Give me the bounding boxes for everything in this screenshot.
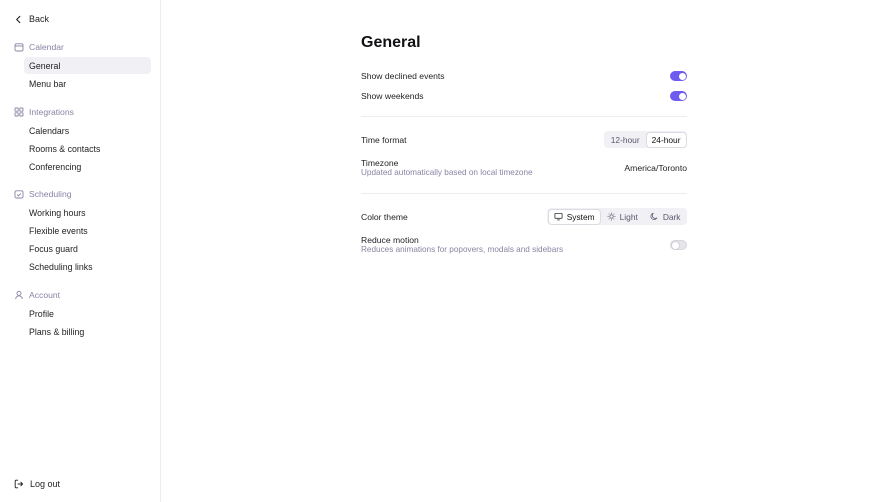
time-format-segmented: 12-hour 24-hour bbox=[604, 131, 687, 148]
sidebar-item-label: Menu bar bbox=[29, 78, 67, 89]
section-title: Account bbox=[29, 290, 61, 300]
sidebar-item-label: Scheduling links bbox=[29, 261, 93, 272]
show-weekends-label: Show weekends bbox=[361, 91, 424, 101]
reduce-motion-toggle[interactable] bbox=[670, 240, 687, 250]
section-title: Calendar bbox=[29, 42, 64, 52]
sidebar-item-label: Profile bbox=[29, 308, 54, 319]
show-declined-toggle[interactable] bbox=[670, 71, 687, 81]
sidebar-item-calendars[interactable]: Calendars bbox=[24, 122, 151, 139]
option-label: 12-hour bbox=[610, 134, 640, 145]
option-label: System bbox=[566, 211, 595, 222]
back-label: Back bbox=[29, 14, 50, 24]
theme-light[interactable]: Light bbox=[602, 210, 643, 224]
divider bbox=[361, 116, 687, 117]
sidebar: Back Calendar General Menu bar Integrati… bbox=[0, 0, 161, 502]
time-format-24-hour[interactable]: 24-hour bbox=[646, 132, 686, 147]
section-title: Scheduling bbox=[29, 189, 72, 199]
sidebar-item-working-hours[interactable]: Working hours bbox=[24, 204, 151, 221]
chevron-left-icon bbox=[16, 15, 21, 23]
user-icon bbox=[15, 290, 23, 300]
sidebar-item-flexible-events[interactable]: Flexible events bbox=[24, 222, 151, 239]
sidebar-item-label: Flexible events bbox=[29, 225, 88, 236]
sidebar-item-profile[interactable]: Profile bbox=[24, 305, 151, 322]
sidebar-item-scheduling-links[interactable]: Scheduling links bbox=[24, 258, 151, 275]
color-theme-label: Color theme bbox=[361, 212, 408, 222]
sidebar-item-plans-billing[interactable]: Plans & billing bbox=[24, 323, 151, 340]
sidebar-item-label: General bbox=[29, 60, 61, 71]
option-label: Dark bbox=[662, 211, 681, 222]
sidebar-item-label: Conferencing bbox=[29, 161, 82, 172]
timezone-sublabel: Updated automatically based on local tim… bbox=[361, 168, 533, 177]
theme-system[interactable]: System bbox=[548, 209, 600, 224]
show-declined-label: Show declined events bbox=[361, 71, 445, 81]
sidebar-item-menu-bar[interactable]: Menu bar bbox=[24, 75, 151, 92]
show-weekends-toggle[interactable] bbox=[670, 91, 687, 101]
timezone-value[interactable]: America/Toronto bbox=[624, 163, 687, 173]
color-theme-segmented: System Light Dark bbox=[547, 208, 687, 225]
section-scheduling: Scheduling bbox=[14, 188, 72, 200]
section-account: Account bbox=[14, 289, 60, 301]
settings-panel: General Show declined events Show weeken… bbox=[361, 0, 687, 502]
sidebar-item-label: Focus guard bbox=[29, 243, 78, 254]
section-integrations: Integrations bbox=[14, 106, 74, 118]
section-title: Integrations bbox=[29, 107, 74, 117]
option-label: 24-hour bbox=[651, 134, 681, 145]
sidebar-item-rooms-contacts[interactable]: Rooms & contacts bbox=[24, 140, 151, 157]
timezone-label: Timezone bbox=[361, 158, 399, 168]
logout-icon bbox=[14, 479, 24, 489]
time-format-label: Time format bbox=[361, 135, 407, 145]
divider bbox=[361, 193, 687, 194]
sidebar-item-label: Rooms & contacts bbox=[29, 143, 101, 154]
monitor-icon bbox=[554, 212, 563, 221]
theme-dark[interactable]: Dark bbox=[645, 210, 686, 224]
sidebar-item-general[interactable]: General bbox=[24, 57, 151, 74]
sidebar-item-label: Plans & billing bbox=[29, 326, 85, 337]
back-button[interactable]: Back bbox=[14, 12, 49, 26]
calendar-icon bbox=[14, 43, 24, 52]
section-calendar: Calendar bbox=[14, 41, 64, 53]
reduce-motion-sublabel: Reduces animations for popovers, modals … bbox=[361, 245, 564, 254]
sidebar-item-label: Calendars bbox=[29, 125, 70, 136]
page-title: General bbox=[361, 34, 421, 51]
calendar-check-icon bbox=[14, 190, 24, 199]
sidebar-item-conferencing[interactable]: Conferencing bbox=[24, 158, 151, 175]
sidebar-item-focus-guard[interactable]: Focus guard bbox=[24, 240, 151, 257]
reduce-motion-label: Reduce motion bbox=[361, 235, 419, 245]
option-label: Light bbox=[619, 211, 638, 222]
time-format-12-hour[interactable]: 12-hour bbox=[606, 133, 645, 147]
grid-plus-icon bbox=[14, 107, 24, 117]
sun-icon bbox=[607, 212, 616, 221]
sidebar-item-label: Working hours bbox=[29, 207, 86, 218]
moon-icon bbox=[650, 212, 658, 220]
logout-button[interactable]: Log out bbox=[14, 477, 60, 491]
logout-label: Log out bbox=[30, 479, 61, 489]
